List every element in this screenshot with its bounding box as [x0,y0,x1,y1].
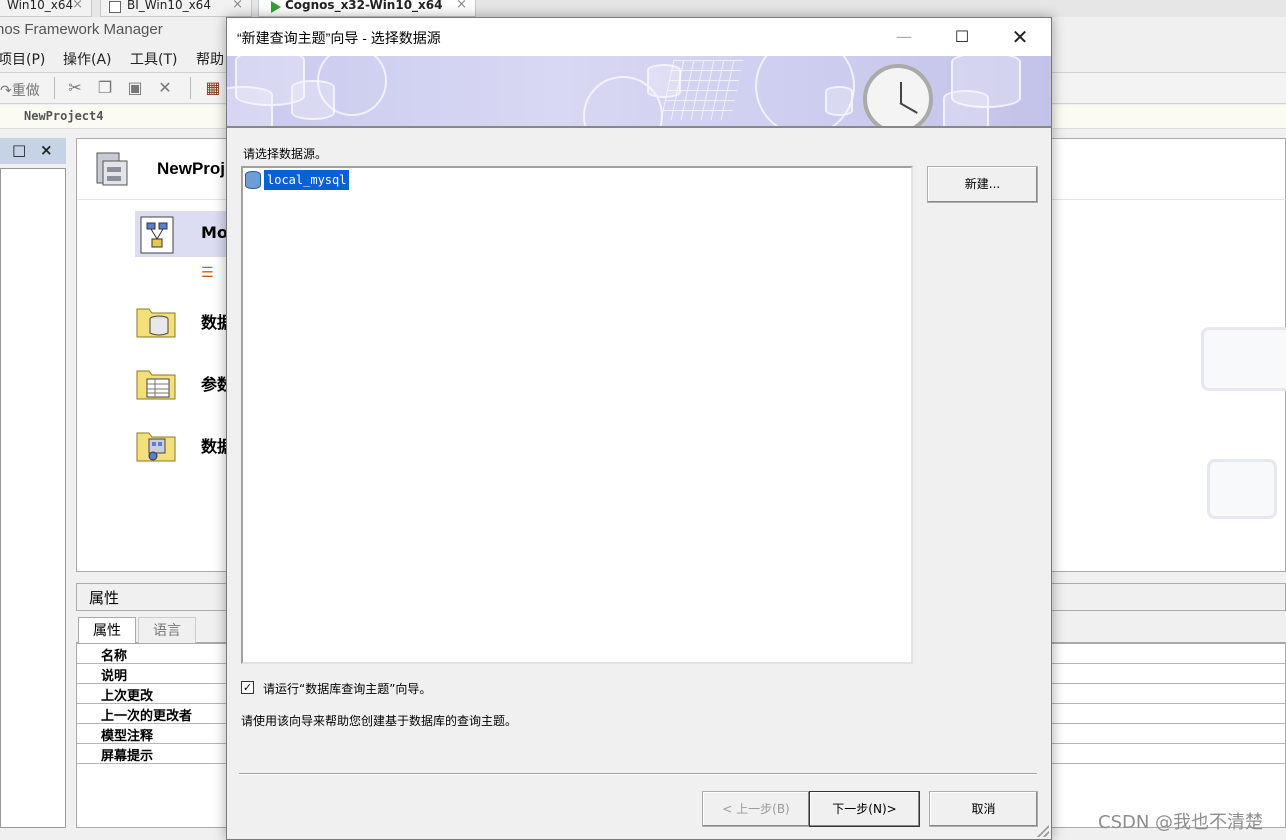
vm-icon [109,1,121,13]
clock-graphic [863,64,933,126]
close-icon[interactable]: ✕ [991,18,1049,56]
minimize-icon: — [896,27,912,46]
close-icon[interactable]: × [456,0,467,16]
model-icon [140,216,174,254]
paste-icon[interactable]: ▣ [126,79,144,97]
breadcrumb[interactable]: NewProject4 [24,109,103,123]
vm-tab-label: Cognos_x32-Win10_x64 [285,0,443,12]
properties-title: 属性 [89,589,120,607]
close-icon[interactable]: × [72,0,83,16]
menu-help[interactable]: 帮助 [196,49,224,69]
datasource-list[interactable]: local_mysql [241,166,913,664]
copy-icon[interactable]: ❐ [96,79,114,97]
vm-tab-label: BI_Win10_x64 [127,0,211,12]
maximize-pane-icon[interactable]: □ [12,141,26,159]
menu-actions[interactable]: 操作(A) [63,49,112,69]
cancel-button[interactable]: 取消 [929,791,1038,827]
help-text: 请使用该向导来帮助您创建基于数据库的查询主题。 [241,714,518,728]
parameter-folder-icon [136,370,176,400]
back-button[interactable]: < 上一步(B) [702,791,810,827]
resize-grip-icon[interactable] [1037,825,1049,837]
list-icon: ☰ [201,265,214,281]
redo-button[interactable]: ↷重做 [0,80,40,100]
project-cabinet-icon [96,152,128,186]
project-explorer-tree[interactable] [0,168,66,828]
wizard-banner [227,56,1051,128]
datasource-name: local_mysql [262,169,351,191]
chart-graphic [660,60,744,120]
close-icon[interactable]: × [232,0,243,16]
vm-tab-cognos[interactable]: Cognos_x32-Win10_x64 × [258,0,476,17]
checkbox-label: 请运行“数据库查询主题”向导。 [263,682,432,696]
toolbar-separator [54,77,55,99]
vm-tab-strip: Win10_x64 × BI_Win10_x64 × Cognos_x32-Wi… [0,0,1286,17]
project-title: NewProj [157,159,226,178]
tab-properties[interactable]: 属性 [78,617,136,643]
new-query-subject-wizard: “新建查询主题”向导 - 选择数据源 — ☐ ✕ 请选择数据源。 local_m… [226,17,1052,840]
clock-hand [900,82,902,104]
vm-tab-bi-win10[interactable]: BI_Win10_x64 × [100,0,252,17]
menu-tools[interactable]: 工具(T) [130,49,177,69]
close-pane-icon[interactable]: × [40,141,53,159]
redo-icon: ↷ [0,83,12,99]
vm-tab-win10[interactable]: Win10_x64 × [0,0,92,17]
new-datasource-button[interactable]: 新建... [927,166,1038,203]
menu-project[interactable]: 项目(P) [0,49,45,69]
divider [239,773,1037,775]
table-icon[interactable]: ▦ [204,79,222,97]
run-db-query-wizard-checkbox[interactable]: ✓ [241,681,254,694]
select-datasource-prompt: 请选择数据源。 [243,147,328,161]
maximize-icon[interactable]: ☐ [933,18,991,56]
property-name: 屏幕提示 [101,749,154,764]
redo-label: 重做 [11,83,40,99]
datasource-folder-icon [136,308,176,338]
running-vm-icon [271,1,281,13]
project-explorer-header: □ × [0,138,66,164]
decorative-diagram-box [1201,327,1286,391]
database-graphic [943,90,989,126]
cut-icon[interactable]: ✂ [66,79,84,97]
watermark: CSDN @我也不清楚 [1098,812,1264,833]
vm-tab-label: Win10_x64 [7,0,74,12]
property-name: 名称 [101,649,128,664]
delete-icon[interactable]: ✕ [156,79,174,97]
menu-bar: 项目(P) 操作(A) 工具(T) 帮助 [0,46,230,70]
database-icon [245,171,261,189]
database-graphic [825,86,853,116]
property-name: 上一次的更改者 [101,709,193,724]
database-graphic [227,86,273,126]
property-name: 模型注释 [101,729,154,744]
toolbar-separator [190,77,191,99]
decorative-diagram-box [1207,459,1277,519]
app-title: nos Framework Manager [0,21,163,38]
property-name: 说明 [101,669,128,684]
dialog-title: “新建查询主题”向导 - 选择数据源 [237,30,441,46]
tab-language[interactable]: 语言 [138,617,196,643]
property-name: 上次更改 [101,689,154,704]
package-folder-icon [136,432,176,462]
dialog-titlebar[interactable]: “新建查询主题”向导 - 选择数据源 — ☐ ✕ [227,18,1051,56]
next-button[interactable]: 下一步(N)> [809,791,920,827]
clock-hand [899,102,918,114]
